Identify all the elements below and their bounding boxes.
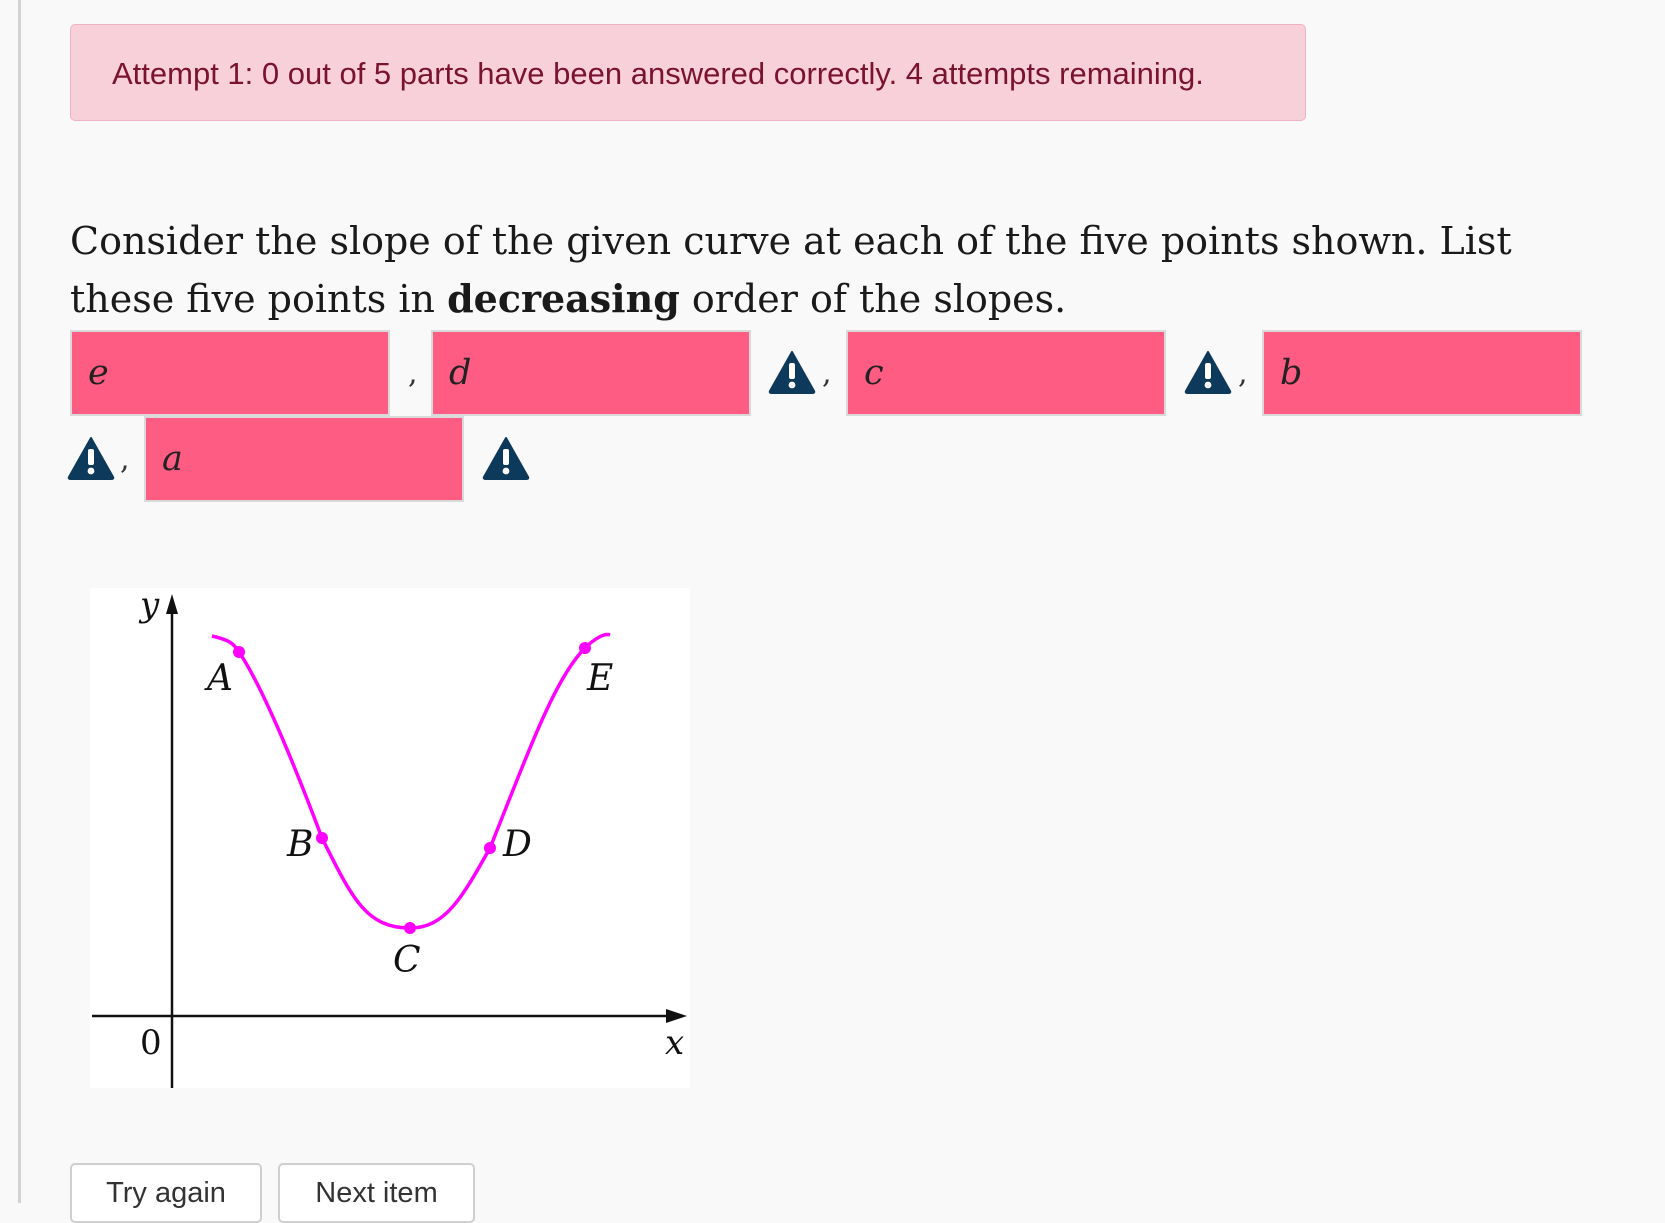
point-b-marker [316,832,328,844]
point-b-label: B [286,824,313,865]
try-again-button[interactable]: Try again [70,1163,262,1223]
answer-field-1-value: e [88,353,109,393]
point-e-label: E [586,658,613,699]
answer-field-1[interactable]: e [70,330,390,416]
warning-icon [1184,351,1232,394]
answer-separator: , [822,356,832,391]
y-axis-label: y [138,588,160,625]
answer-field-3[interactable]: c [846,330,1166,416]
point-c-label: C [393,940,421,981]
x-axis-arrow [666,1009,687,1023]
warning-icon [482,437,530,480]
point-d-marker [484,842,496,854]
x-axis-label: x [665,1023,684,1063]
attempt-status-text: Attempt 1: 0 out of 5 parts have been an… [112,56,1204,91]
curve-graph: y x 0 A B C D E [90,588,690,1088]
answer-separator: , [1238,356,1248,391]
answer-field-2-value: d [449,353,472,393]
answer-field-2[interactable]: d [431,330,751,416]
left-border-rule [18,0,21,1203]
warning-icon [768,351,816,394]
answer-field-5[interactable]: a [144,416,464,502]
answer-separator: , [408,356,418,391]
question-prompt: Consider the slope of the given curve at… [70,212,1590,328]
question-emphasis: decreasing [447,276,680,321]
point-e-marker [579,642,591,654]
answer-field-4[interactable]: b [1262,330,1582,416]
answer-separator: , [120,442,130,477]
next-item-button[interactable]: Next item [278,1163,475,1223]
curve [211,632,611,930]
attempt-status-alert: Attempt 1: 0 out of 5 parts have been an… [70,24,1306,121]
point-c-marker [404,922,416,934]
question-text-after: order of the slopes. [679,277,1067,321]
y-axis-arrow [166,594,178,614]
answer-field-4-value: b [1280,353,1303,393]
point-a-marker [233,646,245,658]
answer-field-5-value: a [162,439,183,479]
point-d-label: D [502,824,532,865]
point-a-label: A [204,658,233,699]
answer-field-3-value: c [864,353,884,393]
warning-icon [67,437,115,480]
origin-label: 0 [140,1023,162,1063]
